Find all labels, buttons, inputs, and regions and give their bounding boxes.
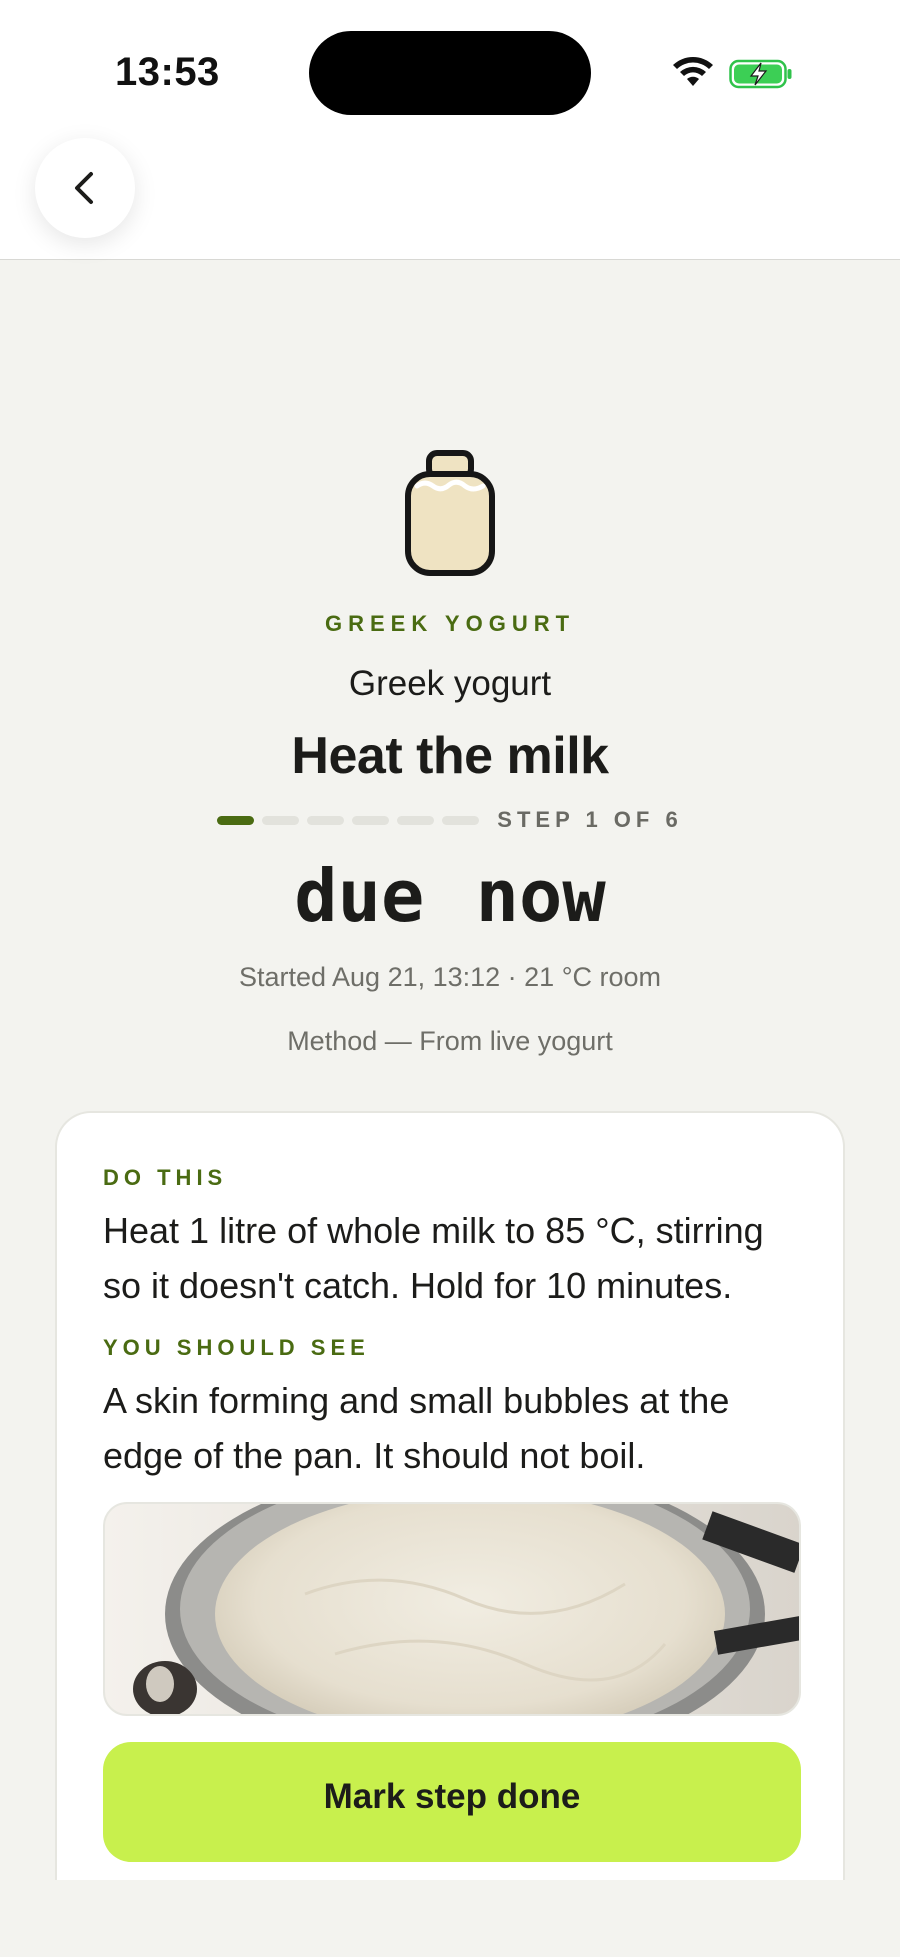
progress-segment	[442, 815, 480, 825]
status-time: 13:53	[115, 50, 220, 94]
progress-segment	[352, 815, 390, 825]
do-this-label: DO THIS	[103, 1165, 228, 1190]
bottom-safe-area	[0, 1880, 900, 1957]
you-should-see-label: YOU SHOULD SEE	[103, 1335, 370, 1360]
battery-charging-icon	[729, 59, 792, 89]
category-label: GREEK YOGURT	[324, 611, 576, 636]
progress-segment	[217, 815, 255, 825]
you-should-see-text: A skin forming and small bubbles at the …	[103, 1380, 730, 1476]
step-header: GREEK YOGURT Greek yogurt Heat the milk …	[0, 440, 900, 1057]
recipe-name: Greek yogurt	[348, 664, 552, 703]
back-button[interactable]	[35, 138, 135, 238]
step-progress: STEP 1 OF 6	[0, 807, 900, 832]
step-title: Heat the milk	[291, 727, 609, 785]
milk-pot-image	[105, 1504, 799, 1714]
step-photo	[103, 1502, 801, 1716]
status-bar: 13:53	[0, 0, 900, 260]
due-status: due now	[294, 854, 606, 938]
started-info: Started Aug 21, 13:12 · 21 °C room	[238, 962, 662, 992]
progress-segment	[397, 815, 435, 825]
mark-step-done-button[interactable]: Mark step done	[103, 1742, 801, 1862]
step-card: DO THIS Heat 1 litre of whole milk to 85…	[55, 1111, 845, 1957]
dynamic-island	[309, 31, 591, 115]
do-this-text: Heat 1 litre of whole milk to 85 °C, sti…	[103, 1210, 764, 1306]
method-info: Method — From live yogurt	[287, 1026, 613, 1056]
progress-segment	[262, 815, 300, 825]
jar-icon	[405, 450, 495, 576]
progress-segment	[307, 815, 345, 825]
step-counter: STEP 1 OF 6	[497, 807, 683, 832]
wifi-icon	[673, 57, 713, 86]
chevron-left-icon	[75, 172, 93, 204]
